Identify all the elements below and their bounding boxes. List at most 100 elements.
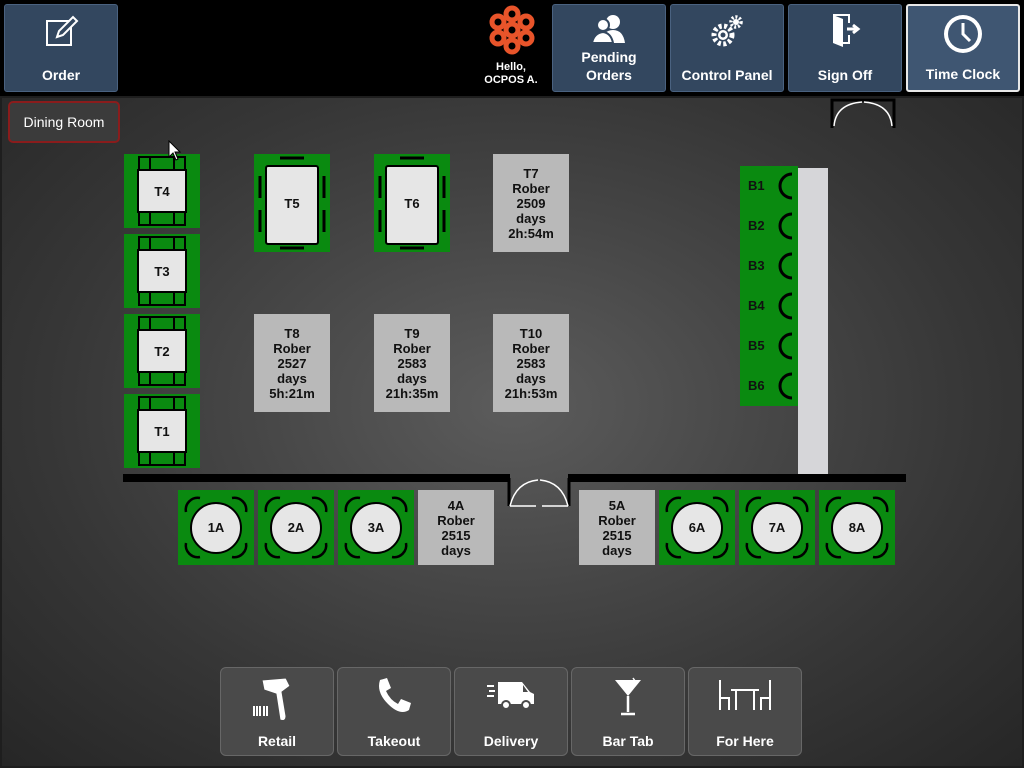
door-icon: [507, 478, 571, 507]
elapsed-days: 2515: [602, 527, 632, 543]
table-t8[interactable]: T8 Rober 2527 days 5h:21m: [254, 314, 330, 412]
pending-orders-button[interactable]: Pending Orders: [552, 4, 666, 92]
server-name: Rober: [273, 340, 311, 356]
table-t7[interactable]: T7 Rober 2509 days 2h:54m: [493, 154, 569, 252]
greeting-text: Hello, OCPOS A.: [484, 61, 538, 86]
stool-icon: [778, 372, 793, 400]
time-clock-label: Time Clock: [925, 66, 1001, 82]
table-t9[interactable]: T9 Rober 2583 days 21h:35m: [374, 314, 450, 412]
table-number: T7: [523, 165, 539, 181]
exit-door-icon: [789, 13, 901, 49]
wall: [568, 474, 906, 482]
order-label: Order: [41, 67, 81, 83]
days-label: days: [516, 210, 546, 226]
barcode-scanner-icon: [221, 676, 333, 724]
cocktail-icon: [572, 676, 684, 718]
table-3a[interactable]: 3A: [338, 490, 414, 565]
table-label: 1A: [207, 520, 225, 535]
elapsed-time: 21h:53m: [504, 385, 558, 401]
takeout-button[interactable]: Takeout: [337, 667, 451, 756]
pencil-square-icon: [5, 13, 117, 49]
table-label: T6: [404, 196, 420, 211]
server-name: Rober: [512, 340, 550, 356]
control-panel-label: Control Panel: [681, 67, 773, 83]
stool-icon: [778, 252, 793, 280]
for-here-label: For Here: [716, 733, 774, 749]
table-8a[interactable]: 8A: [819, 490, 895, 565]
delivery-button[interactable]: Delivery: [454, 667, 568, 756]
table-t2[interactable]: T2: [124, 314, 200, 388]
bar-seat-b6[interactable]: B6: [740, 366, 798, 406]
table-4a[interactable]: 4A Rober 2515 days: [418, 490, 494, 565]
days-label: days: [397, 370, 427, 386]
elapsed-days: 2583: [516, 355, 546, 371]
table-t10[interactable]: T10 Rober 2583 days 21h:53m: [493, 314, 569, 412]
wall: [123, 474, 510, 482]
elapsed-days: 2515: [441, 527, 471, 543]
table-label: 3A: [367, 520, 385, 535]
table-5a[interactable]: 5A Rober 2515 days: [579, 490, 655, 565]
for-here-button[interactable]: For Here: [688, 667, 802, 756]
bar-seat-b3[interactable]: B3: [740, 246, 798, 286]
table-number: 4A: [447, 497, 465, 513]
table-t1[interactable]: T1: [124, 394, 200, 468]
stool-icon: [778, 332, 793, 360]
table-label: 8A: [848, 520, 866, 535]
bar-tab-button[interactable]: Bar Tab: [571, 667, 685, 756]
table-t6[interactable]: T6: [374, 154, 450, 252]
elapsed-time: 21h:35m: [385, 385, 439, 401]
mouse-cursor-icon: [168, 140, 182, 161]
takeout-label: Takeout: [367, 733, 421, 749]
bar-seat-b2[interactable]: B2: [740, 206, 798, 246]
delivery-van-icon: [455, 676, 567, 712]
table-label: T4: [154, 184, 170, 199]
table-6a[interactable]: 6A: [659, 490, 735, 565]
table-chairs-icon: [689, 676, 801, 716]
bar-tab-label: Bar Tab: [602, 733, 654, 749]
retail-label: Retail: [257, 733, 297, 749]
days-label: days: [441, 542, 471, 558]
table-label: 7A: [768, 520, 786, 535]
days-label: days: [602, 542, 632, 558]
table-label: T3: [154, 264, 170, 279]
server-name: Rober: [512, 180, 550, 196]
delivery-label: Delivery: [483, 733, 539, 749]
table-1a[interactable]: 1A: [178, 490, 254, 565]
table-t5[interactable]: T5: [254, 154, 330, 252]
server-name: Rober: [393, 340, 431, 356]
table-label: 6A: [688, 520, 706, 535]
table-t4[interactable]: T4: [124, 154, 200, 228]
sign-off-label: Sign Off: [817, 67, 873, 83]
bar-counter: [798, 168, 828, 474]
table-2a[interactable]: 2A: [258, 490, 334, 565]
bar-seat-b4[interactable]: B4: [740, 286, 798, 326]
elapsed-days: 2527: [277, 355, 307, 371]
table-label: 2A: [287, 520, 305, 535]
top-bar: Order Hello, OCPOS A. Pending Orders Con…: [0, 0, 1024, 96]
door-icon: [830, 98, 896, 128]
ocpos-logo-icon: [486, 4, 538, 56]
elapsed-days: 2509: [516, 195, 546, 211]
time-clock-button[interactable]: Time Clock: [906, 4, 1020, 92]
clock-icon: [908, 12, 1018, 56]
table-label: T5: [284, 196, 300, 211]
room-tab-dining-room[interactable]: Dining Room: [8, 101, 120, 143]
bar-seat-b1[interactable]: B1: [740, 166, 798, 206]
order-button[interactable]: Order: [4, 4, 118, 92]
stool-icon: [778, 172, 793, 200]
table-label: T2: [154, 344, 170, 359]
table-7a[interactable]: 7A: [739, 490, 815, 565]
sign-off-button[interactable]: Sign Off: [788, 4, 902, 92]
table-number: T9: [404, 325, 420, 341]
users-icon: [553, 13, 665, 45]
bar-seat-b5[interactable]: B5: [740, 326, 798, 366]
days-label: days: [277, 370, 307, 386]
server-name: Rober: [437, 512, 475, 528]
elapsed-days: 2583: [397, 355, 427, 371]
table-t3[interactable]: T3: [124, 234, 200, 308]
phone-icon: [338, 676, 450, 716]
table-number: 5A: [608, 497, 626, 513]
retail-button[interactable]: Retail: [220, 667, 334, 756]
pending-orders-label: Pending Orders: [581, 49, 637, 83]
control-panel-button[interactable]: Control Panel: [670, 4, 784, 92]
